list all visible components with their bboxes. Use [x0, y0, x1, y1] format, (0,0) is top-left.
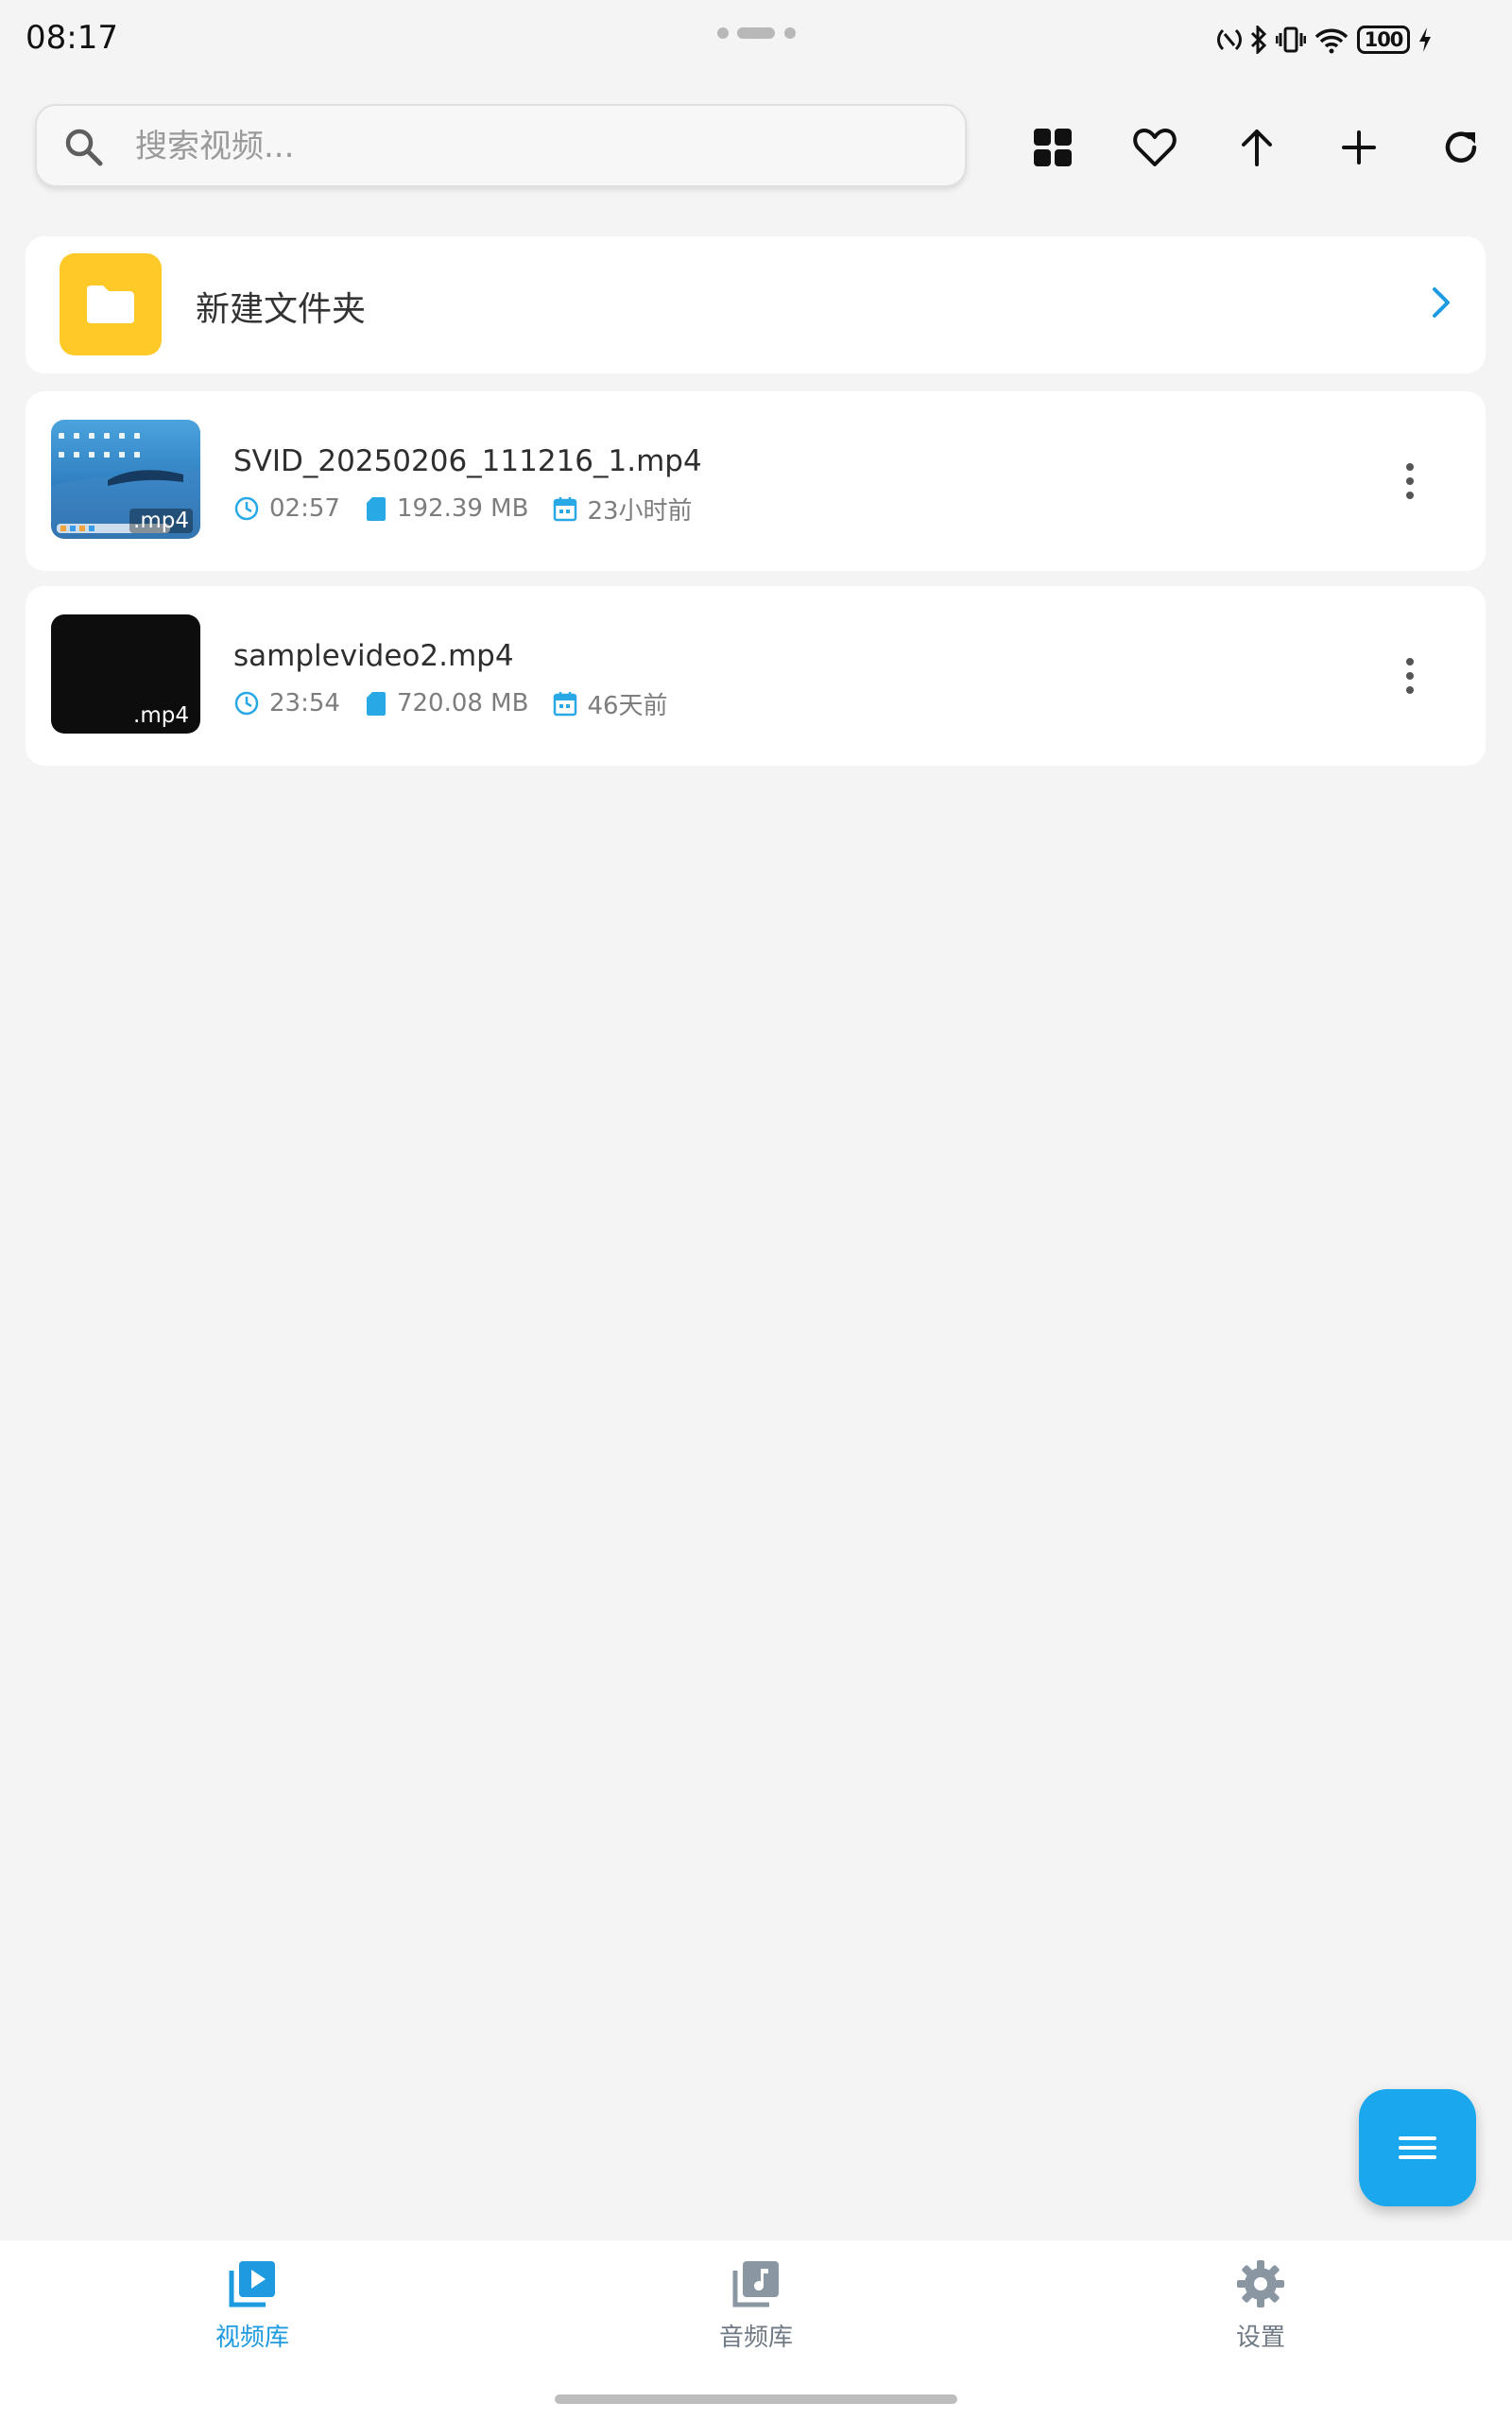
date-text: 23小时前 — [587, 496, 693, 526]
favorite-icon — [1133, 129, 1177, 166]
nav-item-settings[interactable]: 设置 — [1147, 2257, 1374, 2361]
video-title: SVID_20250206_111216_1.mp4 — [233, 444, 702, 478]
menu-fab-button[interactable] — [1359, 2089, 1476, 2206]
status-icons: 100 — [1217, 23, 1433, 57]
duration: 02:57 — [233, 494, 340, 523]
file-size: 192.39 MB — [365, 494, 529, 523]
more-options-button[interactable] — [1391, 652, 1429, 700]
video-item[interactable]: .mp4 SVID_20250206_111216_1.mp4 02:57 19… — [26, 391, 1486, 571]
date-text: 46天前 — [587, 691, 668, 720]
video-title: samplevideo2.mp4 — [233, 639, 514, 673]
charging-icon — [1419, 27, 1431, 52]
add-icon — [1342, 130, 1376, 164]
folder-label: 新建文件夹 — [196, 290, 367, 329]
more-vert-icon — [1406, 463, 1414, 471]
chevron-right-icon — [1433, 287, 1450, 318]
wifi-icon — [1314, 28, 1349, 54]
search-box[interactable] — [35, 104, 967, 187]
multi-window-handle-icon[interactable] — [716, 26, 798, 40]
nav-item-audio-library[interactable]: 音频库 — [643, 2257, 869, 2361]
battery-icon: 100 — [1357, 26, 1410, 54]
grid-view-icon — [1034, 129, 1072, 166]
sd-card-icon — [366, 692, 386, 716]
favorites-button[interactable] — [1119, 112, 1191, 183]
more-vert-icon — [1406, 658, 1414, 666]
date: 46天前 — [553, 686, 668, 721]
search-input[interactable] — [135, 123, 929, 170]
video-library-icon — [229, 2261, 275, 2308]
nfc-icon — [1217, 28, 1242, 51]
refresh-icon — [1445, 131, 1477, 163]
sort-up-icon — [1242, 130, 1272, 166]
bluetooth-icon — [1250, 26, 1267, 54]
menu-icon — [1399, 2136, 1436, 2159]
video-item[interactable]: .mp4 samplevideo2.mp4 23:54 720.08 MB 46… — [26, 586, 1486, 766]
date: 23小时前 — [553, 492, 693, 527]
bottom-navigation: 视频库 音频库 设置 — [0, 2240, 1512, 2420]
status-time: 08:17 — [26, 19, 118, 57]
video-meta: 23:54 720.08 MB 46天前 — [233, 686, 693, 720]
add-button[interactable] — [1323, 112, 1395, 183]
audio-library-icon — [732, 2261, 779, 2308]
clock-icon — [234, 691, 259, 716]
vibrate-icon — [1276, 26, 1306, 53]
calendar-icon — [554, 497, 577, 522]
calendar-icon — [554, 692, 577, 717]
home-indicator[interactable] — [555, 2394, 957, 2404]
folder-icon — [60, 253, 162, 355]
search-icon — [65, 129, 103, 166]
video-meta: 02:57 192.39 MB 23小时前 — [233, 492, 717, 526]
nav-label: 设置 — [1235, 2324, 1285, 2352]
file-size: 720.08 MB — [365, 689, 529, 717]
duration: 23:54 — [233, 689, 340, 717]
sort-button[interactable] — [1221, 112, 1293, 183]
duration-text: 23:54 — [269, 689, 340, 717]
video-thumbnail: .mp4 — [51, 614, 200, 734]
file-extension-badge: .mp4 — [129, 509, 193, 533]
status-bar: 08:17 100 — [0, 0, 1512, 79]
grid-view-button[interactable] — [1017, 112, 1089, 183]
nav-item-video-library[interactable]: 视频库 — [139, 2257, 366, 2361]
folder-item[interactable]: 新建文件夹 — [26, 236, 1486, 373]
clock-icon — [234, 496, 259, 521]
sd-card-icon — [366, 497, 386, 521]
file-size-text: 720.08 MB — [396, 689, 529, 717]
nav-label: 视频库 — [215, 2324, 289, 2352]
nav-label: 音频库 — [718, 2324, 793, 2352]
settings-gear-icon — [1237, 2260, 1284, 2308]
file-extension-badge: .mp4 — [133, 703, 189, 728]
video-thumbnail: .mp4 — [51, 420, 200, 539]
duration-text: 02:57 — [269, 494, 340, 523]
file-size-text: 192.39 MB — [396, 494, 529, 523]
refresh-button[interactable] — [1425, 112, 1497, 183]
more-options-button[interactable] — [1391, 458, 1429, 505]
